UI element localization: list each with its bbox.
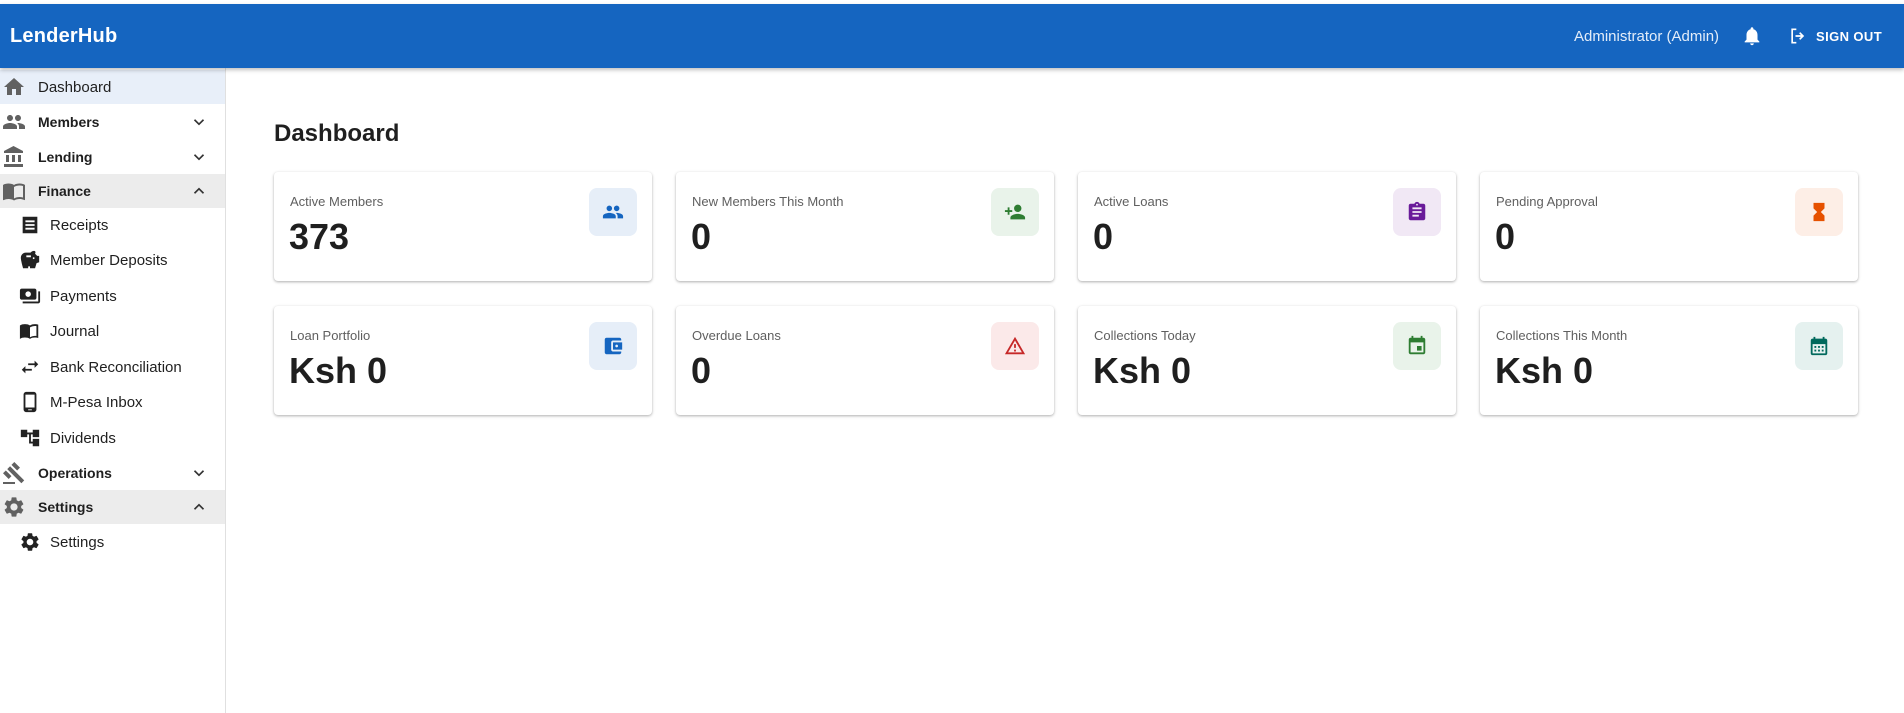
sidebar-item-label: Bank Reconciliation — [50, 358, 182, 376]
stat-card-collections-today: Collections Today Ksh 0 — [1078, 306, 1456, 415]
phone-icon — [23, 391, 37, 413]
stat-label: Loan Portfolio — [290, 328, 371, 343]
sidebar-group-finance[interactable]: Finance — [0, 174, 225, 208]
stat-card-overdue-loans: Overdue Loans 0 — [676, 306, 1054, 415]
sidebar-item-label: Dashboard — [38, 78, 112, 96]
hourglass-icon — [1795, 188, 1843, 236]
stat-card-active-loans: Active Loans 0 — [1078, 172, 1456, 281]
sidebar-group-label: Settings — [38, 499, 94, 515]
stat-label: Collections Today — [1094, 328, 1196, 343]
gavel-icon — [3, 462, 25, 484]
swap-icon — [21, 360, 39, 374]
receipt-icon — [22, 216, 38, 234]
main-content: Dashboard Active Members 373 New Members… — [226, 68, 1904, 713]
gear-icon — [21, 533, 39, 551]
event-icon — [1393, 322, 1441, 370]
logout-icon — [1791, 28, 1805, 44]
sidebar-item-settings[interactable]: Settings — [0, 525, 225, 559]
savings-icon — [20, 250, 40, 269]
chevron-down-icon — [193, 470, 205, 477]
stat-card-pending-approval: Pending Approval 0 — [1480, 172, 1858, 281]
people-icon — [3, 115, 25, 129]
sidebar-item-bank-reconciliation[interactable]: Bank Reconciliation — [0, 350, 225, 384]
current-user: Administrator (Admin) — [1574, 27, 1720, 45]
stat-card-new-members: New Members This Month 0 — [676, 172, 1054, 281]
stat-value: Ksh 0 — [1093, 350, 1192, 391]
sidebar-item-label: Settings — [50, 533, 105, 551]
sidebar-item-label: Receipts — [50, 216, 109, 234]
sidebar-group-operations[interactable]: Operations — [0, 456, 225, 490]
wallet-icon — [589, 322, 637, 370]
stat-label: New Members This Month — [692, 194, 844, 209]
person-add-icon — [991, 188, 1039, 236]
sidebar-group-members[interactable]: Members — [0, 105, 225, 139]
chevron-down-icon — [193, 119, 205, 126]
sidebar-group-lending[interactable]: Lending — [0, 140, 225, 174]
sign-out-button[interactable]: SIGN OUT — [1788, 24, 1882, 48]
sidebar-item-label: Dividends — [50, 429, 116, 447]
sidebar-group-label: Members — [38, 114, 100, 130]
people-icon — [589, 188, 637, 236]
stat-value: Ksh 0 — [1495, 350, 1594, 391]
chevron-up-icon — [193, 503, 205, 510]
sidebar: Dashboard Members Lending Finance Receip… — [0, 68, 226, 713]
sidebar-item-payments[interactable]: Payments — [0, 279, 225, 313]
stat-value: 0 — [691, 350, 712, 391]
stat-value: 373 — [289, 216, 350, 257]
stat-value: 0 — [1495, 216, 1516, 257]
sidebar-item-receipts[interactable]: Receipts — [0, 208, 225, 242]
stat-value: Ksh 0 — [289, 350, 388, 391]
stat-card-loan-portfolio: Loan Portfolio Ksh 0 — [274, 306, 652, 415]
chevron-up-icon — [193, 187, 205, 194]
sidebar-item-label: Journal — [50, 322, 100, 340]
sidebar-item-journal[interactable]: Journal — [0, 314, 225, 348]
book-open-icon — [3, 183, 25, 201]
sidebar-item-dividends[interactable]: Dividends — [0, 421, 225, 455]
sidebar-item-dashboard[interactable]: Dashboard — [0, 70, 225, 104]
payments-icon — [19, 288, 41, 304]
warning-icon — [991, 322, 1039, 370]
page-title: Dashboard — [274, 120, 400, 147]
journal-icon — [19, 324, 39, 339]
sidebar-group-label: Lending — [38, 149, 93, 165]
sidebar-group-settings[interactable]: Settings — [0, 490, 225, 524]
stat-card-collections-this-month: Collections This Month Ksh 0 — [1480, 306, 1858, 415]
stat-label: Pending Approval — [1496, 194, 1598, 209]
stat-value: 0 — [1093, 216, 1114, 257]
account-tree-icon — [20, 429, 40, 447]
home-icon — [4, 78, 24, 95]
stat-label: Collections This Month — [1496, 328, 1628, 343]
sidebar-item-mpesa-inbox[interactable]: M-Pesa Inbox — [0, 385, 225, 419]
sidebar-item-member-deposits[interactable]: Member Deposits — [0, 243, 225, 277]
gear-icon — [4, 497, 24, 517]
stat-label: Active Members — [290, 194, 384, 209]
calendar-month-icon — [1795, 322, 1843, 370]
chevron-down-icon — [193, 154, 205, 161]
stat-card-active-members: Active Members 373 — [274, 172, 652, 281]
stat-label: Active Loans — [1094, 194, 1169, 209]
sidebar-item-label: Payments — [50, 287, 117, 305]
sidebar-group-label: Finance — [38, 183, 91, 199]
sidebar-group-label: Operations — [38, 465, 112, 481]
bank-icon — [4, 146, 23, 167]
sign-out-label: SIGN OUT — [1816, 28, 1883, 44]
app-brand[interactable]: LenderHub — [10, 25, 117, 48]
notifications-bell-icon[interactable] — [1741, 25, 1763, 47]
sidebar-item-label: M-Pesa Inbox — [50, 393, 143, 411]
app-bar: LenderHub Administrator (Admin) SIGN OUT — [0, 4, 1904, 68]
stat-value: 0 — [691, 216, 712, 257]
stat-label: Overdue Loans — [692, 328, 781, 343]
sidebar-item-label: Member Deposits — [50, 251, 168, 269]
assignment-icon — [1393, 188, 1441, 236]
